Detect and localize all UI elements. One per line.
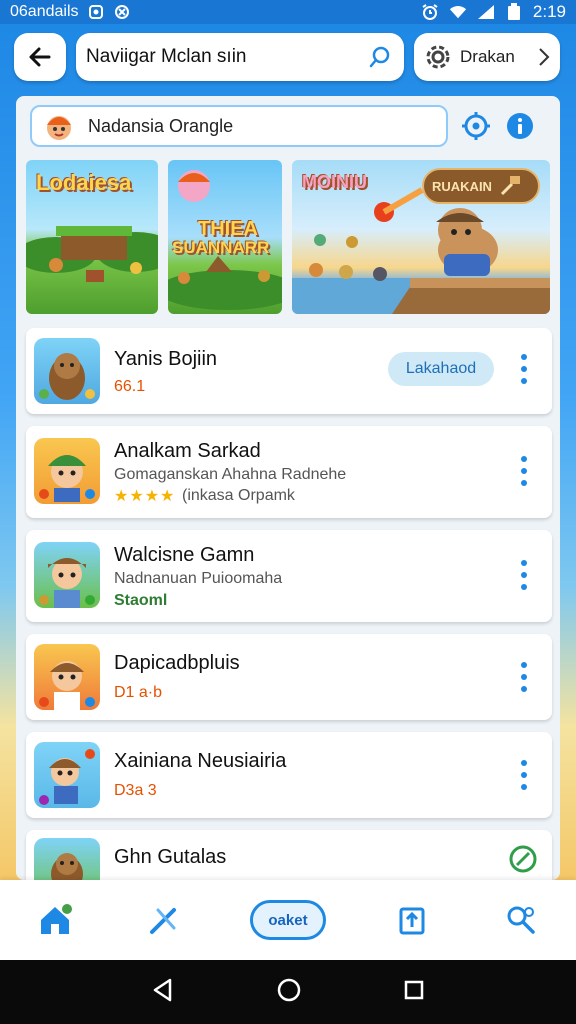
app-thumbnail [34, 644, 100, 710]
banner-badge-3: RUAKAIN [422, 168, 540, 204]
more-options-icon[interactable] [514, 560, 534, 590]
list-item[interactable]: Xainiana Neusiairia D3a 3 [26, 732, 552, 818]
nav-share[interactable] [382, 890, 442, 950]
settings-icon [426, 45, 450, 69]
list-item[interactable]: Dapicadbpluis D1 a·b [26, 634, 552, 720]
app-name: Walcisne Gamn [114, 544, 255, 566]
banner-badge-text: RUAKAIN [432, 178, 492, 194]
avatar-icon [47, 116, 71, 140]
app-meta: Staoml [114, 592, 168, 609]
more-options-icon[interactable] [514, 662, 534, 692]
nav-center[interactable]: oaket [243, 890, 333, 950]
app-thumbnail [34, 338, 100, 404]
nav-center-pill[interactable]: oaket [249, 900, 326, 940]
app-thumbnail [34, 542, 100, 608]
tools-icon [149, 908, 176, 934]
search-icon[interactable] [368, 45, 392, 69]
banner-featured-1[interactable]: Lodaiesa [26, 160, 158, 314]
installed-check-icon[interactable] [508, 844, 538, 879]
app-name: Dapicadbpluis [114, 652, 240, 674]
search-input[interactable]: Naviigar Mclan sıin [86, 46, 368, 68]
share-card-icon [399, 907, 425, 935]
app-thumbnail [34, 838, 100, 880]
status-time: 2:19 [532, 2, 566, 21]
app-thumbnail [34, 742, 100, 808]
system-home-icon[interactable] [275, 976, 303, 1009]
hammer-icon [500, 176, 520, 196]
install-button[interactable]: Lakahaod [388, 352, 494, 386]
bottom-nav: oaket [0, 880, 576, 960]
app-name: Analkam Sarkad [114, 440, 261, 462]
system-recents-icon[interactable] [402, 978, 426, 1007]
filter-field[interactable]: Nadansia Orangle [30, 105, 448, 147]
swirl-icon [113, 3, 131, 21]
app-meta: 66.1 [114, 378, 146, 395]
more-options-icon[interactable] [514, 354, 534, 384]
app-subtitle: Gomaganskan Ahahna Radnehe [114, 466, 347, 483]
app-name: Ghn Gutalas [114, 846, 227, 868]
back-arrow-icon [29, 47, 51, 67]
list-item[interactable]: Walcisne Gamn Nadnanuan Puioomaha Staoml [26, 530, 552, 622]
top-bar: Naviigar Mclan sıin Drakan [0, 24, 576, 90]
location-icon[interactable] [460, 110, 492, 142]
info-icon[interactable] [504, 110, 536, 142]
chevron-right-icon [539, 48, 550, 66]
more-options-icon[interactable] [514, 760, 534, 790]
rating-text: (inkasa Orpamk [182, 487, 295, 504]
search-people-icon [507, 906, 536, 934]
filter-text: Nadansia Orangle [88, 115, 234, 136]
app-name: Yanis Bojiin [114, 348, 218, 370]
back-button[interactable] [14, 33, 66, 81]
app-meta: D3a 3 [114, 782, 157, 799]
system-nav-bar [0, 960, 576, 1024]
battery-icon [505, 3, 523, 21]
status-left-text: 06andails [10, 3, 79, 20]
banner-featured-3[interactable]: MOINIU RUAKAIN [292, 160, 550, 314]
list-item[interactable]: Ghn Gutalas [26, 830, 552, 880]
banner-title-1: Lodaiesa [36, 170, 132, 195]
more-options-icon[interactable] [514, 456, 534, 486]
app-thumbnail [34, 438, 100, 504]
account-button[interactable]: Drakan [414, 33, 560, 81]
shield-icon [87, 3, 105, 21]
wifi-icon [449, 3, 467, 21]
main-panel: Nadansia Orangle Lodaiesa THIEA SUANNARR… [16, 96, 560, 880]
alarm-icon [421, 3, 439, 21]
system-back-icon[interactable] [150, 977, 176, 1008]
search-bar[interactable]: Naviigar Mclan sıin [76, 33, 404, 81]
nav-home[interactable] [25, 890, 85, 950]
home-icon [40, 904, 72, 934]
app-name: Xainiana Neusiairia [114, 750, 287, 772]
account-label: Drakan [460, 47, 515, 66]
list-item[interactable]: Yanis Bojiin 66.1 Lakahaod [26, 328, 552, 414]
banner-title-3: MOINIU [302, 172, 367, 192]
status-bar: 06andails 2:19 [0, 0, 576, 24]
list-item[interactable]: Analkam Sarkad Gomaganskan Ahahna Radneh… [26, 426, 552, 518]
app-subtitle: Nadnanuan Puioomaha [114, 570, 283, 587]
filter-row: Nadansia Orangle [30, 104, 548, 148]
banner-title-2b: SUANNARR [172, 238, 270, 257]
signal-icon [477, 3, 495, 21]
banner-featured-2[interactable]: THIEA SUANNARR [168, 160, 282, 314]
nav-search-people[interactable] [491, 890, 551, 950]
rating-stars: ★★★★ [114, 488, 176, 505]
nav-tools[interactable] [134, 890, 194, 950]
app-meta: D1 a·b [114, 684, 163, 701]
